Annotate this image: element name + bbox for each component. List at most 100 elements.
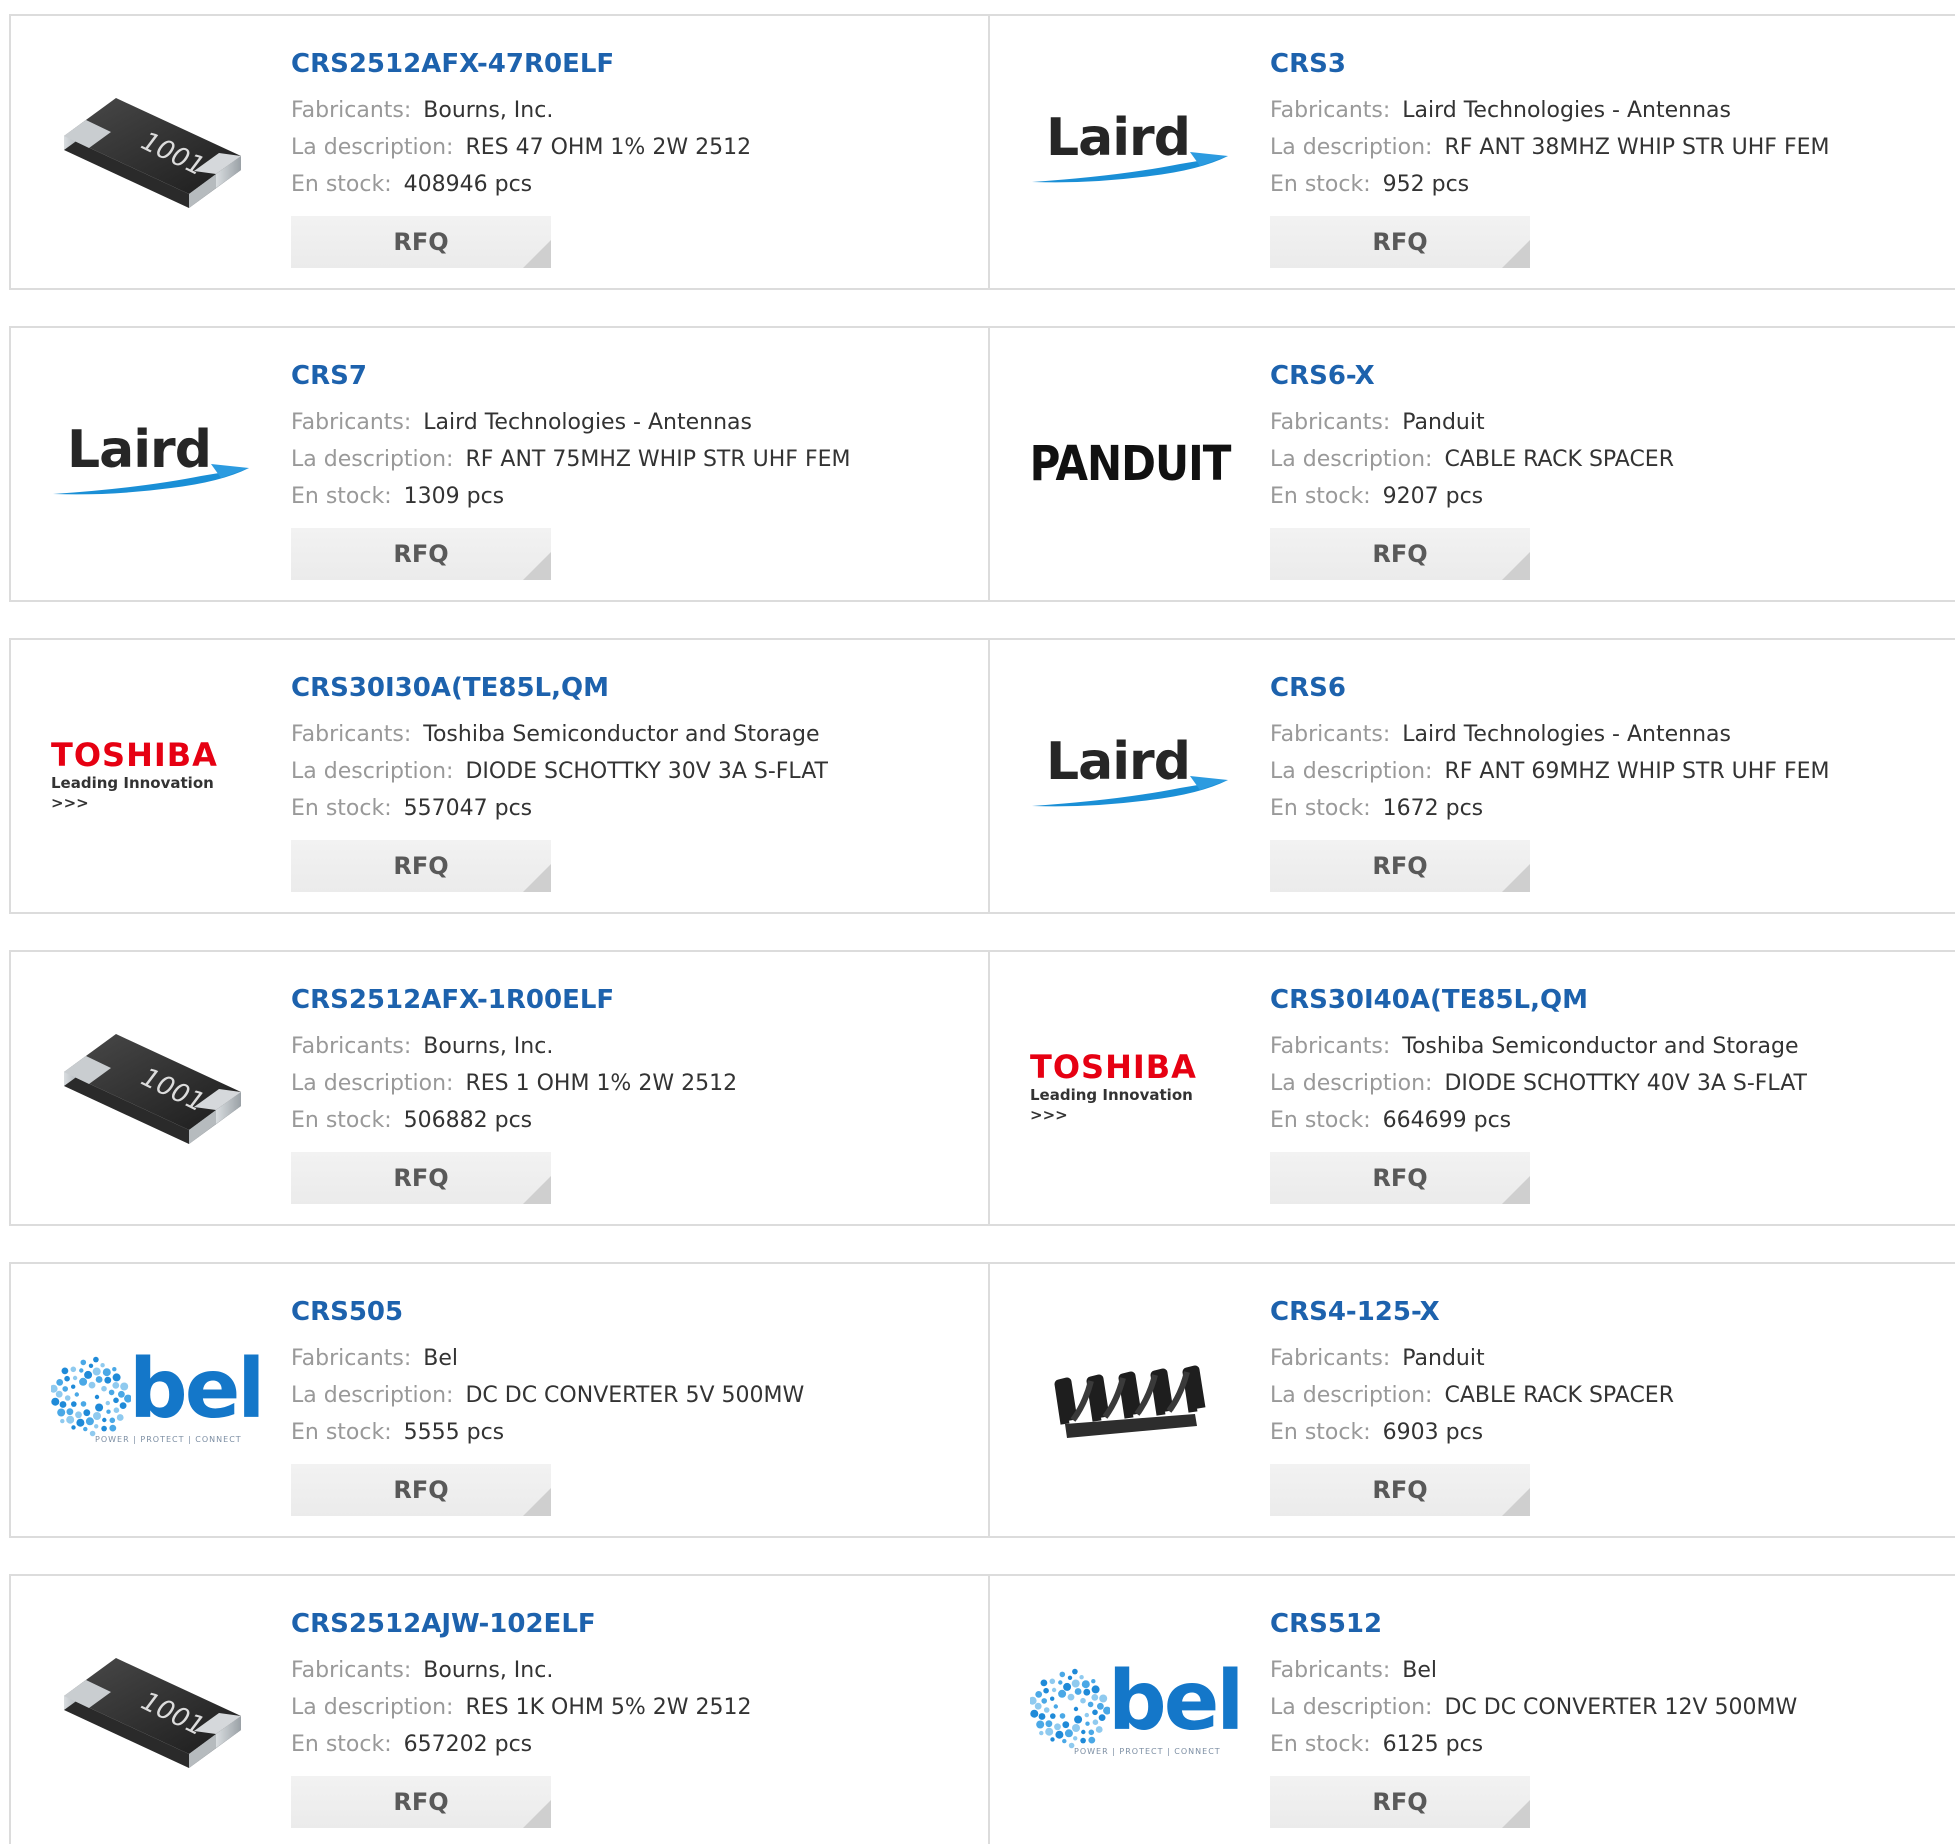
toshiba-logo: TOSHIBA Leading Innovation >>> [51, 736, 218, 812]
description-label: La description: [291, 135, 454, 160]
manufacturer-label: Fabricants: [291, 1658, 412, 1683]
stock-line: En stock: 1309 pcs [291, 478, 850, 515]
corner-fold-icon [1502, 1176, 1530, 1204]
manufacturer-line: Fabricants: Toshiba Semiconductor and Sto… [291, 716, 828, 753]
part-number-link[interactable]: CRS7 [291, 358, 850, 394]
rfq-button[interactable]: RFQ [291, 1152, 551, 1204]
part-number-link[interactable]: CRS505 [291, 1294, 804, 1330]
description-line: La description: RES 1K OHM 5% 2W 2512 [291, 1689, 752, 1726]
stock-value: 657202 pcs [403, 1732, 533, 1757]
product-card: 1001 CRS2512AJW-102ELF Fabricants: Bourns… [11, 1576, 988, 1844]
product-image[interactable]: Laird [1030, 710, 1230, 840]
manufacturer-line: Fabricants: Laird Technologies - Antennas [1270, 92, 1829, 129]
corner-fold-icon [523, 1176, 551, 1204]
product-image[interactable]: bel POWER | PROTECT | CONNECT [51, 1334, 265, 1464]
stock-value: 952 pcs [1382, 172, 1470, 197]
corner-fold-icon [1502, 864, 1530, 892]
manufacturer-value: Bel [1402, 1658, 1438, 1683]
part-number-link[interactable]: CRS30I40A(TE85L,QM [1270, 982, 1807, 1018]
product-card: 1001 CRS2512AFX-1R00ELF Fabricants: Bourn… [11, 952, 988, 1224]
product-image[interactable]: 1001 [51, 1022, 251, 1152]
manufacturer-line: Fabricants: Bourns, Inc. [291, 1028, 737, 1065]
product-image[interactable]: Laird [1030, 86, 1230, 216]
rfq-button[interactable]: RFQ [1270, 1776, 1530, 1828]
description-label: La description: [1270, 447, 1433, 472]
manufacturer-label: Fabricants: [291, 410, 412, 435]
rfq-button[interactable]: RFQ [1270, 1464, 1530, 1516]
part-number-link[interactable]: CRS6 [1270, 670, 1829, 706]
stock-label: En stock: [1270, 796, 1371, 821]
description-value: DC DC CONVERTER 12V 500MW [1444, 1695, 1798, 1720]
corner-fold-icon [1502, 240, 1530, 268]
manufacturer-line: Fabricants: Bourns, Inc. [291, 92, 751, 129]
rfq-button[interactable]: RFQ [291, 1464, 551, 1516]
stock-line: En stock: 1672 pcs [1270, 790, 1829, 827]
manufacturer-label: Fabricants: [291, 98, 412, 123]
stock-line: En stock: 557047 pcs [291, 790, 828, 827]
description-value: DIODE SCHOTTKY 30V 3A S-FLAT [465, 759, 828, 784]
manufacturer-value: Toshiba Semiconductor and Storage [1402, 1034, 1799, 1059]
stock-value: 6125 pcs [1382, 1732, 1484, 1757]
description-value: RF ANT 75MHZ WHIP STR UHF FEM [465, 447, 851, 472]
description-line: La description: CABLE RACK SPACER [1270, 1377, 1674, 1414]
rfq-label: RFQ [393, 228, 449, 256]
manufacturer-line: Fabricants: Panduit [1270, 404, 1674, 441]
description-label: La description: [291, 447, 454, 472]
part-number-link[interactable]: CRS2512AFX-1R00ELF [291, 982, 737, 1018]
product-info: CRS505 Fabricants: Bel La description: DC … [291, 1294, 804, 1516]
product-info: CRS6-X Fabricants: Panduit La description… [1270, 358, 1674, 580]
product-image[interactable]: bel POWER | PROTECT | CONNECT [1030, 1646, 1244, 1776]
rfq-label: RFQ [393, 1788, 449, 1816]
product-image[interactable]: TOSHIBA Leading Innovation >>> [51, 710, 251, 840]
laird-logo: Laird [51, 418, 251, 508]
stock-label: En stock: [291, 1420, 392, 1445]
description-value: RES 47 OHM 1% 2W 2512 [465, 135, 752, 160]
cable-rack-spacer-image [1054, 1365, 1206, 1438]
description-line: La description: RF ANT 38MHZ WHIP STR UHF… [1270, 129, 1829, 166]
laird-logo: Laird [1030, 730, 1230, 820]
manufacturer-label: Fabricants: [1270, 722, 1391, 747]
corner-fold-icon [523, 1800, 551, 1828]
rfq-label: RFQ [1372, 1476, 1428, 1504]
part-number-link[interactable]: CRS4-125-X [1270, 1294, 1674, 1330]
product-card: Laird CRS3 Fabricants: Laird Technologies… [988, 16, 1955, 288]
stock-label: En stock: [1270, 1420, 1371, 1445]
manufacturer-line: Fabricants: Laird Technologies - Antennas [1270, 716, 1829, 753]
stock-value: 664699 pcs [1382, 1108, 1512, 1133]
product-image[interactable]: PANDUIT [1029, 398, 1232, 528]
product-image[interactable] [1030, 1334, 1230, 1464]
description-line: La description: DC DC CONVERTER 12V 500MW [1270, 1689, 1797, 1726]
corner-fold-icon [523, 1488, 551, 1516]
part-number-link[interactable]: CRS3 [1270, 46, 1829, 82]
rfq-button[interactable]: RFQ [291, 840, 551, 892]
product-image[interactable]: 1001 [51, 1646, 251, 1776]
manufacturer-label: Fabricants: [1270, 1658, 1391, 1683]
stock-line: En stock: 657202 pcs [291, 1726, 752, 1763]
description-line: La description: DC DC CONVERTER 5V 500MW [291, 1377, 804, 1414]
rfq-button[interactable]: RFQ [291, 528, 551, 580]
product-card: Laird CRS6 Fabricants: Laird Technologies… [988, 640, 1955, 912]
panduit-logo: PANDUIT [1029, 434, 1232, 492]
product-card: Laird CRS7 Fabricants: Laird Technologies… [11, 328, 988, 600]
product-image[interactable]: Laird [51, 398, 251, 528]
description-label: La description: [291, 1071, 454, 1096]
product-info: CRS2512AFX-1R00ELF Fabricants: Bourns, In… [291, 982, 737, 1204]
rfq-button[interactable]: RFQ [1270, 216, 1530, 268]
part-number-link[interactable]: CRS6-X [1270, 358, 1674, 394]
part-number-link[interactable]: CRS2512AFX-47R0ELF [291, 46, 751, 82]
product-image[interactable]: 1001 [51, 86, 251, 216]
rfq-button[interactable]: RFQ [291, 1776, 551, 1828]
part-number-link[interactable]: CRS512 [1270, 1606, 1797, 1642]
manufacturer-value: Panduit [1402, 1346, 1485, 1371]
description-line: La description: RES 47 OHM 1% 2W 2512 [291, 129, 751, 166]
part-number-link[interactable]: CRS2512AJW-102ELF [291, 1606, 752, 1642]
manufacturer-label: Fabricants: [291, 1034, 412, 1059]
rfq-button[interactable]: RFQ [1270, 1152, 1530, 1204]
rfq-button[interactable]: RFQ [1270, 840, 1530, 892]
rfq-button[interactable]: RFQ [1270, 528, 1530, 580]
product-image[interactable]: TOSHIBA Leading Innovation >>> [1030, 1022, 1230, 1152]
part-number-link[interactable]: CRS30I30A(TE85L,QM [291, 670, 828, 706]
description-value: RF ANT 38MHZ WHIP STR UHF FEM [1444, 135, 1830, 160]
description-value: RES 1K OHM 5% 2W 2512 [465, 1695, 752, 1720]
rfq-button[interactable]: RFQ [291, 216, 551, 268]
